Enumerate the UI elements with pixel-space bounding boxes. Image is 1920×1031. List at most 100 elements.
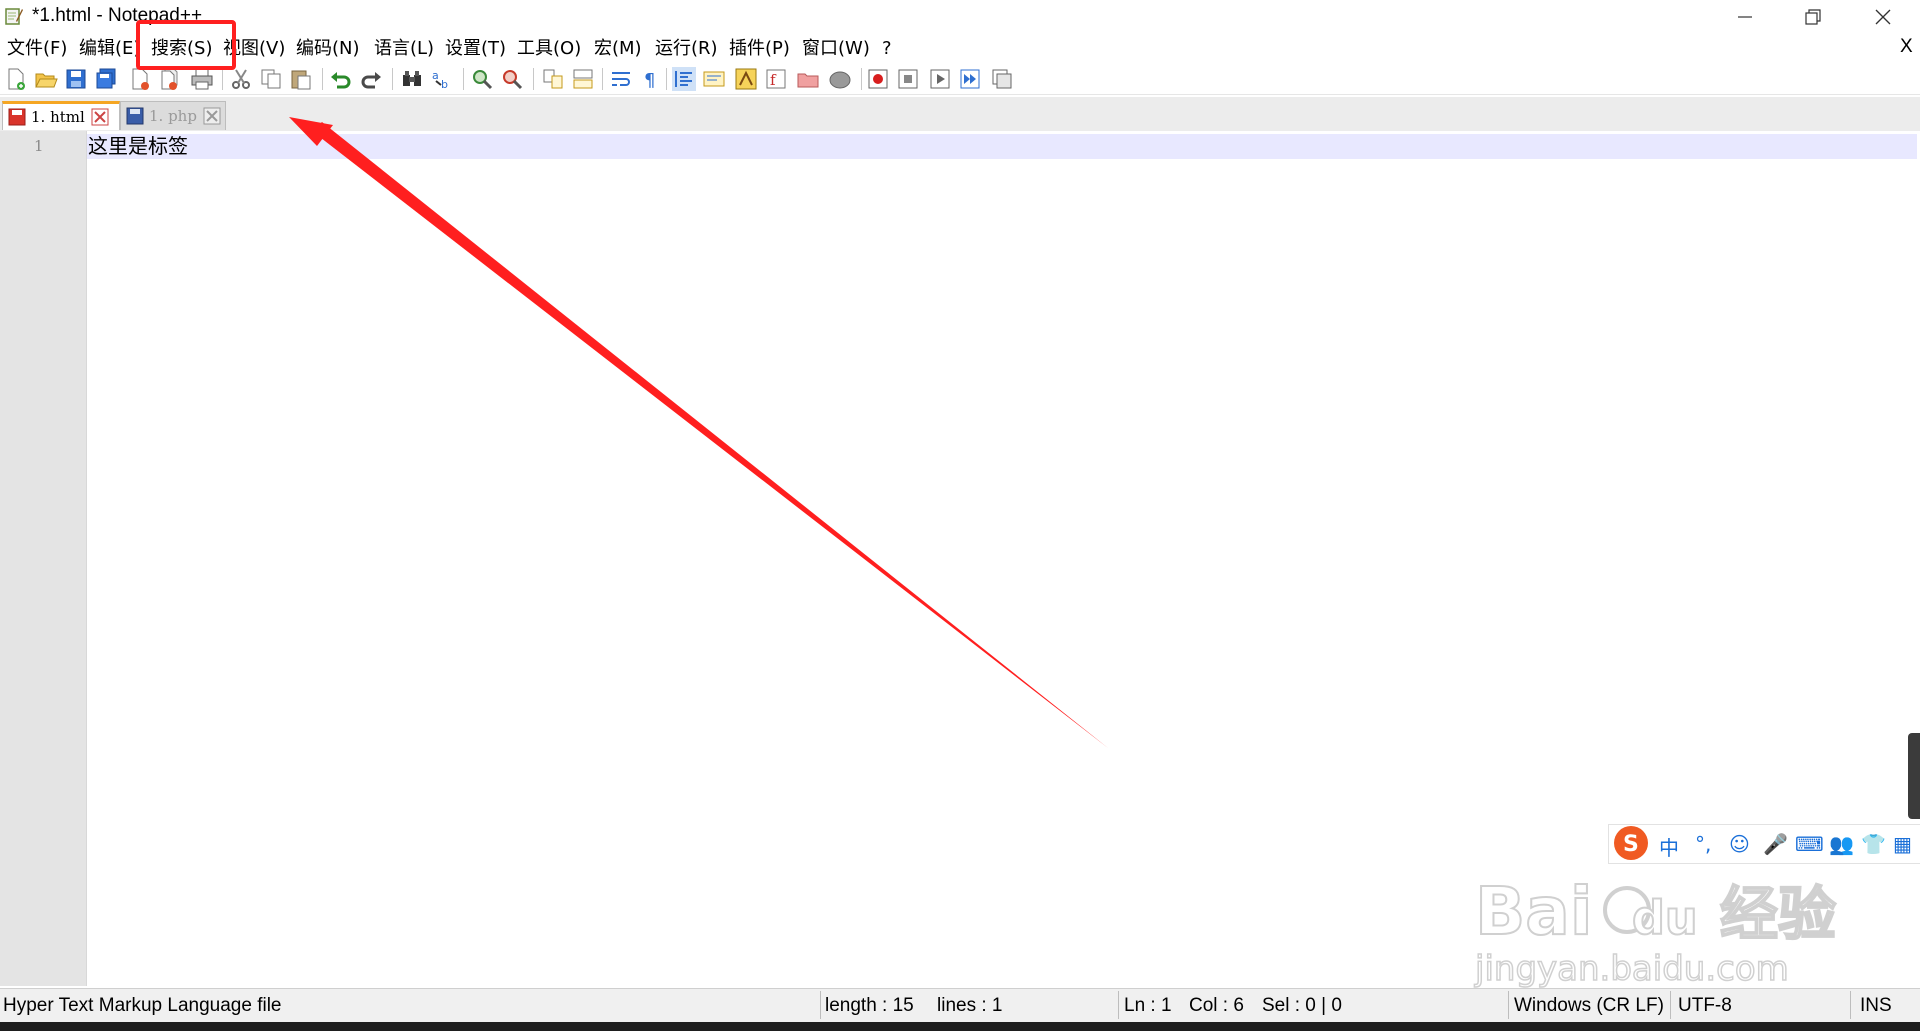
tab-close-icon[interactable] [91,108,109,126]
close-document-button[interactable]: X [1900,36,1913,58]
toolbar-separator [602,68,603,90]
svg-text:a: a [432,69,439,82]
play-macro-icon[interactable] [928,67,952,91]
saved-file-icon [126,107,144,125]
undo-icon[interactable] [329,67,353,91]
svg-text:Bai: Bai [1475,873,1592,950]
status-insert-mode[interactable]: INS [1860,995,1892,1017]
save-all-icon[interactable] [94,67,118,91]
find-icon[interactable] [400,67,424,91]
indent-guide-icon[interactable] [672,67,696,91]
ime-voice-icon[interactable]: 🎤 [1763,832,1788,856]
svg-text:du: du [1632,891,1698,945]
menu-window[interactable]: 窗口(W) [802,36,870,62]
toolbar-separator [322,68,323,90]
status-separator [1670,991,1671,1019]
ime-chinese-mode[interactable]: 中 [1659,832,1679,861]
svg-text:S: S [1623,832,1639,857]
redo-icon[interactable] [359,67,383,91]
annotation-highlight-box [136,20,236,70]
stop-record-icon[interactable] [896,67,920,91]
toolbar-separator [463,68,464,90]
restore-button[interactable] [1778,0,1848,34]
menu-language[interactable]: 语言(L) [374,36,434,62]
tab-close-icon[interactable] [203,107,221,125]
toolbar-separator [392,68,393,90]
close-window-button[interactable] [1848,0,1918,34]
replace-icon[interactable]: ab [430,67,454,91]
save-icon[interactable] [64,67,88,91]
tab-1-html[interactable]: 1. html [2,101,120,130]
close-icon[interactable] [128,67,152,91]
minimize-icon [1738,16,1752,18]
zoom-out-icon[interactable] [500,67,524,91]
status-encoding[interactable]: UTF-8 [1678,995,1732,1017]
close-all-icon[interactable] [158,67,182,91]
doc-map-icon[interactable] [702,67,726,91]
menu-settings[interactable]: 设置(T) [445,36,506,62]
menu-help[interactable]: ? [882,36,892,62]
zoom-in-icon[interactable] [470,67,494,91]
svg-text:jingyan.baidu.com: jingyan.baidu.com [1474,949,1789,988]
tab-1-php[interactable]: 1. php [120,101,226,130]
status-bar: Hyper Text Markup Language file length :… [0,988,1920,1023]
folder-workspace-icon[interactable]: f [764,67,788,91]
record-macro-icon[interactable] [866,67,890,91]
baidu-jingyan-watermark: Bai du 经验 jingyan.baidu.com [1473,872,1837,988]
tab-label: 1. php [149,107,197,125]
menu-bar: 文件(F) 编辑(E) 搜索(S) 视图(V) 编码(N) 语言(L) 设置(T… [0,36,1920,62]
side-scroll-handle[interactable] [1908,733,1920,819]
menu-file[interactable]: 文件(F) [7,36,67,62]
status-length: length : 15 [825,995,914,1016]
status-separator [1508,991,1509,1019]
status-line-number: Ln : 1 [1124,995,1172,1016]
tab-label: 1. html [31,108,85,126]
status-file-type: Hyper Text Markup Language file [3,995,282,1016]
sogou-ime-icon[interactable]: S [1611,823,1651,863]
status-separator [1850,991,1851,1019]
title-bar: *1.html - Notepad++ [0,0,1920,34]
status-eol[interactable]: Windows (CR LF) [1514,995,1664,1017]
close-icon [1875,9,1891,25]
status-column: Col : 6 [1189,995,1244,1016]
ime-punctuation[interactable]: °, [1695,832,1711,856]
unsaved-file-icon [8,108,26,126]
minimize-button[interactable] [1710,0,1780,34]
ime-keyboard-icon[interactable]: ⌨ [1795,832,1824,856]
menu-encoding[interactable]: 编码(N) [296,36,360,62]
status-selection: Sel : 0 | 0 [1262,995,1342,1016]
tab-bar: 1. html 1. php [0,97,1920,132]
ime-skin-icon[interactable]: 👕 [1861,832,1886,856]
run-macro-multiple-icon[interactable] [958,67,982,91]
menu-edit[interactable]: 编辑(E) [79,36,140,62]
show-all-chars-icon[interactable]: ¶ [639,67,663,91]
taskbar-edge [0,1022,1920,1031]
svg-text:经验: 经验 [1720,880,1836,948]
sync-vertical-icon[interactable] [541,67,565,91]
open-file-icon[interactable] [34,67,58,91]
plugin-icon[interactable] [828,67,852,91]
cut-icon[interactable] [229,67,253,91]
menu-tools[interactable]: 工具(O) [517,36,581,62]
line-number-gutter: 1 [0,131,87,986]
monitoring-icon[interactable] [796,67,820,91]
new-file-icon[interactable] [4,67,28,91]
paste-icon[interactable] [289,67,313,91]
editor-line-text[interactable]: 这里是标签 [88,132,188,160]
sync-horizontal-icon[interactable] [571,67,595,91]
menu-run[interactable]: 运行(R) [655,36,718,62]
save-macro-icon[interactable] [990,67,1014,91]
print-icon[interactable] [190,67,214,91]
ime-emoji-icon[interactable]: ☺ [1729,832,1750,856]
menu-macro[interactable]: 宏(M) [594,36,642,62]
toolbar-separator [861,68,862,90]
copy-icon[interactable] [259,67,283,91]
toolbar: ab ¶ f [0,64,1920,95]
word-wrap-icon[interactable] [609,67,633,91]
menu-plugins[interactable]: 插件(P) [729,36,790,62]
function-list-icon[interactable] [734,67,758,91]
status-separator [820,991,821,1019]
ime-users-icon[interactable]: 👥 [1829,832,1854,856]
current-line-highlight [87,134,1917,159]
ime-toolbox-icon[interactable]: ▦ [1893,832,1912,856]
